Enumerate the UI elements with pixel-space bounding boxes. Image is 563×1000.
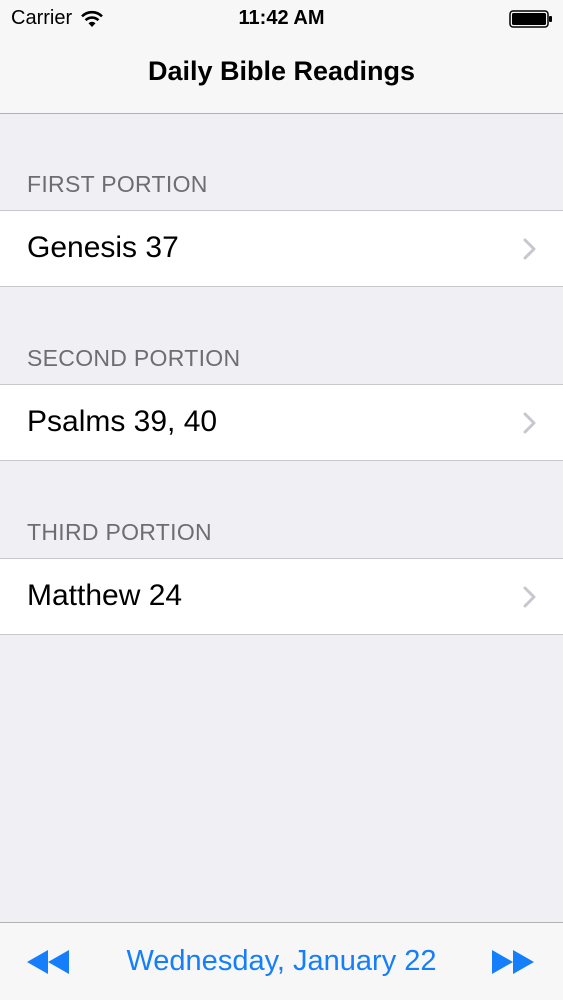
reading-cell-third-portion[interactable]: Matthew 24 (0, 558, 563, 635)
reading-cell-first-portion[interactable]: Genesis 37 (0, 210, 563, 287)
chevron-right-icon (523, 586, 537, 608)
reading-label: Matthew 24 (27, 579, 183, 612)
next-day-button[interactable] (491, 949, 535, 975)
bottom-toolbar: Wednesday, January 22 (0, 922, 563, 1000)
navigation-bar: Carrier 11:42 AM Daily Bible Readings (0, 0, 563, 114)
reading-cell-second-portion[interactable]: Psalms 39, 40 (0, 384, 563, 461)
reading-label: Genesis 37 (27, 231, 179, 264)
chevron-right-icon (523, 412, 537, 434)
page-title: Daily Bible Readings (147, 56, 416, 86)
current-date-label[interactable]: Wednesday, January 22 (0, 945, 563, 978)
section-header-third-portion: THIRD PORTION (27, 519, 212, 545)
screen: Carrier 11:42 AM Daily Bible Readings FI… (0, 0, 563, 1000)
section-header-second-portion: SECOND PORTION (27, 345, 241, 371)
fast-forward-icon (492, 950, 534, 974)
chevron-right-icon (523, 238, 537, 260)
battery-full-icon (509, 10, 553, 28)
section-header-first-portion: FIRST PORTION (27, 171, 208, 197)
reading-label: Psalms 39, 40 (27, 405, 218, 438)
status-time: 11:42 AM (238, 7, 325, 29)
status-bar: Carrier 11:42 AM (0, 0, 563, 40)
